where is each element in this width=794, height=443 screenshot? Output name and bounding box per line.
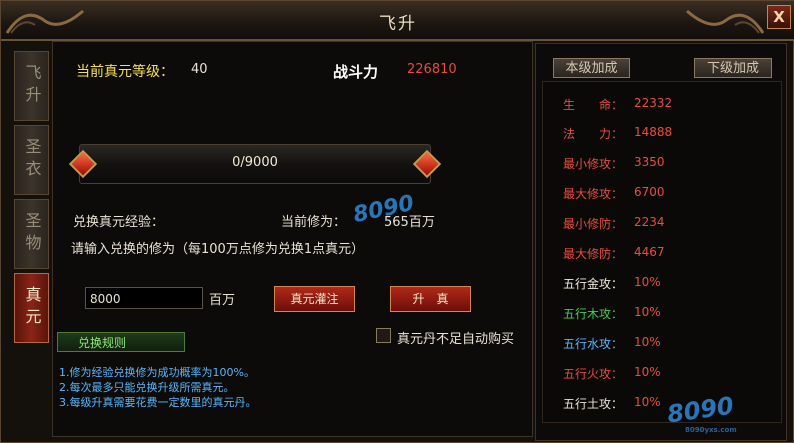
- stat-value: 10%: [634, 305, 661, 319]
- stat-value: 10%: [634, 275, 661, 289]
- current-cultivation-label: 当前修为：: [281, 215, 347, 230]
- power-value: 226810: [407, 62, 457, 77]
- stat-value: 10%: [634, 395, 661, 409]
- inject-button[interactable]: 真元灌注: [274, 286, 355, 312]
- stat-value: 3350: [634, 155, 665, 169]
- stat-value: 10%: [634, 335, 661, 349]
- stat-name: 法 力：: [563, 127, 624, 141]
- stat-list: 生 命： 22332 法 力： 14888 最小修攻： 3350 最大修攻： 6700 …: [542, 81, 782, 423]
- watermark-url: 8090yxs.com: [685, 426, 737, 434]
- auto-buy-checkbox[interactable]: [376, 328, 391, 343]
- exchange-label: 兑换真元经验：: [73, 215, 165, 230]
- close-button[interactable]: X: [767, 5, 791, 29]
- stat-value: 2234: [634, 215, 665, 229]
- rule-line: 3.每级升真需要花费一定数里的真元丹。: [59, 396, 257, 409]
- stat-value: 14888: [634, 125, 673, 139]
- rules-button[interactable]: 兑换规则: [57, 332, 185, 352]
- exp-progress-bar: 0/9000: [79, 144, 431, 184]
- level-value: 40: [191, 62, 208, 77]
- tab-shengwu[interactable]: 圣物: [14, 199, 49, 269]
- progress-text: 0/9000: [232, 155, 278, 170]
- title-bar[interactable]: 飞升 X: [1, 1, 794, 41]
- stat-name: 最大修防：: [563, 247, 624, 261]
- tab-shengyi[interactable]: 圣衣: [14, 125, 49, 195]
- stat-value: 4467: [634, 245, 665, 259]
- ascend-button[interactable]: 升 真: [390, 286, 471, 312]
- exchange-prompt: 请输入兑换的修为（每100万点修为兑换1点真元）: [71, 242, 365, 257]
- stat-value: 10%: [634, 365, 661, 379]
- rule-line: 1.修为经验兑换修为成功概率为100%。: [59, 366, 255, 379]
- stat-name: 生 命：: [563, 98, 624, 112]
- rule-line: 2.每次最多只能兑换升级所需真元。: [59, 381, 235, 394]
- right-ornament-icon: [686, 9, 765, 34]
- tab-next-bonus[interactable]: 下级加成: [694, 58, 772, 78]
- stat-name: 五行火攻：: [563, 367, 624, 381]
- stat-name: 最小修攻：: [563, 157, 624, 171]
- tab-zhenyuan[interactable]: 真元: [14, 273, 49, 343]
- stat-name: 五行木攻：: [563, 307, 624, 321]
- stat-name: 五行金攻：: [563, 277, 624, 291]
- input-unit: 百万: [209, 293, 236, 308]
- stat-name: 五行土攻：: [563, 397, 624, 411]
- stat-name: 五行水攻：: [563, 337, 624, 351]
- tab-current-bonus[interactable]: 本级加成: [553, 58, 630, 78]
- window-title: 飞升: [379, 14, 417, 34]
- stat-value: 6700: [634, 185, 665, 199]
- tab-feisheng[interactable]: 飞升: [14, 51, 49, 121]
- stat-name: 最小修防：: [563, 217, 624, 231]
- cultivation-amount-input[interactable]: 8000: [85, 287, 203, 309]
- power-label: 战斗力: [333, 63, 379, 81]
- stat-value: 22332: [634, 96, 673, 110]
- auto-buy-label: 真元丹不足自动购买: [397, 332, 515, 347]
- level-label: 当前真元等级：: [76, 64, 174, 80]
- ascension-window: 飞升 X 飞升 圣衣 圣物 真元 当前真元等级： 40 战斗力 226810 0…: [0, 0, 794, 443]
- stat-name: 最大修攻：: [563, 187, 624, 201]
